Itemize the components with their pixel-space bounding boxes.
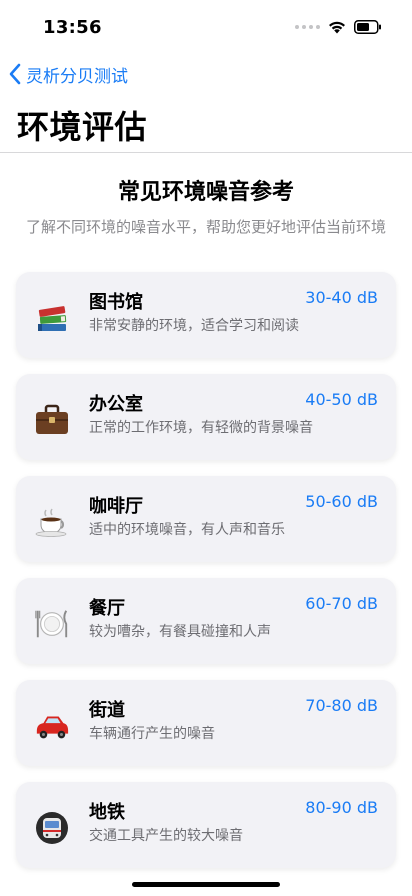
home-indicator[interactable] bbox=[132, 882, 280, 887]
environment-card-restaurant[interactable]: 餐厅 较为嘈杂，有餐具碰撞和人声 60-70 dB bbox=[16, 578, 396, 664]
environment-list: 图书馆 非常安静的环境，适合学习和阅读 30-40 dB 办公室 正常的工作环境… bbox=[16, 272, 396, 884]
environment-name: 图书馆 bbox=[89, 292, 143, 313]
car-icon bbox=[34, 708, 70, 744]
section-title: 常见环境噪音参考 bbox=[117, 180, 294, 205]
back-button[interactable]: 灵析分贝测试 bbox=[8, 60, 128, 88]
metro-icon bbox=[34, 810, 70, 846]
environment-card-street[interactable]: 街道 车辆通行产生的噪音 70-80 dB bbox=[16, 680, 396, 766]
header-divider bbox=[0, 152, 412, 153]
back-label: 灵析分贝测试 bbox=[26, 66, 128, 87]
screen: 13:56 灵析分贝测试 环境评估 常见环境噪音参考 了解不同环境的噪音水平，帮… bbox=[0, 0, 412, 896]
environment-description: 适中的环境噪音，有人声和音乐 bbox=[89, 522, 285, 538]
briefcase-icon bbox=[34, 402, 70, 438]
section-subtitle: 了解不同环境的噪音水平，帮助您更好地评估当前环境 bbox=[25, 218, 386, 236]
page-title: 环境评估 bbox=[17, 108, 148, 146]
environment-description: 车辆通行产生的噪音 bbox=[89, 726, 215, 742]
status-bar: 13:56 bbox=[0, 0, 412, 56]
environment-description: 交通工具产生的较大噪音 bbox=[89, 828, 243, 844]
signal-icon bbox=[295, 25, 320, 29]
environment-card-cafe[interactable]: 咖啡厅 适中的环境噪音，有人声和音乐 50-60 dB bbox=[16, 476, 396, 562]
environment-db-range: 50-60 dB bbox=[305, 492, 378, 511]
environment-db-range: 30-40 dB bbox=[305, 288, 378, 307]
wifi-icon bbox=[329, 21, 345, 34]
environment-description: 非常安静的环境，适合学习和阅读 bbox=[89, 318, 299, 334]
environment-name: 办公室 bbox=[89, 394, 143, 415]
environment-name: 街道 bbox=[89, 700, 125, 721]
environment-card-office[interactable]: 办公室 正常的工作环境，有轻微的背景噪音 40-50 dB bbox=[16, 374, 396, 460]
environment-description: 较为嘈杂，有餐具碰撞和人声 bbox=[89, 624, 271, 640]
battery-icon bbox=[354, 20, 381, 34]
environment-db-range: 40-50 dB bbox=[305, 390, 378, 409]
plate-icon bbox=[34, 606, 70, 642]
books-icon bbox=[34, 300, 70, 336]
environment-db-range: 60-70 dB bbox=[305, 594, 378, 613]
environment-db-range: 80-90 dB bbox=[305, 798, 378, 817]
status-time: 13:56 bbox=[43, 17, 102, 38]
environment-card-library[interactable]: 图书馆 非常安静的环境，适合学习和阅读 30-40 dB bbox=[16, 272, 396, 358]
environment-description: 正常的工作环境，有轻微的背景噪音 bbox=[89, 420, 313, 436]
environment-name: 餐厅 bbox=[89, 598, 125, 619]
chevron-left-icon bbox=[9, 63, 21, 85]
environment-name: 咖啡厅 bbox=[89, 496, 143, 517]
environment-db-range: 70-80 dB bbox=[305, 696, 378, 715]
environment-card-subway[interactable]: 地铁 交通工具产生的较大噪音 80-90 dB bbox=[16, 782, 396, 868]
coffee-icon bbox=[34, 504, 70, 540]
environment-name: 地铁 bbox=[89, 802, 125, 823]
status-icons bbox=[295, 20, 382, 34]
